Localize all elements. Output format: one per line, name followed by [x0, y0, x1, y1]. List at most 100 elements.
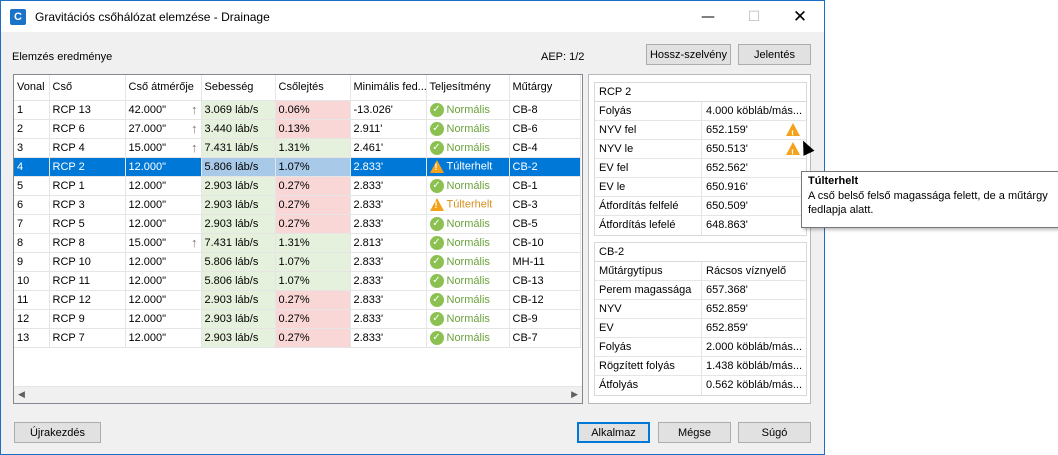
property-row[interactable]: EV 652.859' [595, 319, 806, 338]
cell-cover: 2.833' [350, 309, 427, 329]
cell-pipe: RCP 8 [49, 233, 126, 253]
table-row[interactable]: 2 RCP 6 27.000" ↑ 3.440 láb/s 0.13% 2.911' ✓ Nor… [14, 119, 581, 139]
table-row[interactable]: 4RCP 212.000" 5.806 láb/s1.07%2.833' Túlte… [14, 157, 581, 177]
table-row[interactable]: 1 RCP 13 42.000" ↑ 3.069 láb/s 0.06% -13.026' ✓… [14, 100, 581, 120]
property-name: NYV fel [595, 121, 702, 139]
tooltip-title: Túlterhelt [808, 175, 859, 187]
apply-button[interactable]: Alkalmaz [577, 422, 650, 443]
cell-cover: 2.833' [350, 195, 427, 215]
check-circle-icon: ✓ [429, 254, 444, 269]
table-row[interactable]: 3 RCP 4 15.000" ↑ 7.431 láb/s 1.31% 2.461' ✓ Nor… [14, 138, 581, 158]
cell-velocity: 2.903 láb/s [201, 214, 276, 234]
diameter-value: 12.000" [128, 160, 167, 173]
scroll-right-icon[interactable]: ▶ [571, 390, 578, 400]
arrow-up-icon: ↑ [191, 234, 198, 250]
maximize-button[interactable]: ☐ [731, 1, 777, 32]
property-value-text: 657.368' [706, 284, 748, 296]
scroll-left-icon[interactable]: ◀ [18, 390, 25, 400]
property-row[interactable]: Átfordítás felfelé 650.509' [595, 197, 806, 216]
cell-cover: 2.813' [350, 233, 427, 253]
property-row[interactable]: Perem magassága 657.368' [595, 281, 806, 300]
property-row[interactable]: Folyás 2.000 köbláb/más... [595, 338, 806, 357]
property-row[interactable]: Rögzített folyás 1.438 köbláb/más... [595, 357, 806, 376]
property-row[interactable]: Átfolyás 0.562 köbláb/más... [595, 376, 806, 395]
profile-button[interactable]: Hossz-szelvény [646, 44, 731, 65]
column-header[interactable]: Műtárgy [509, 75, 581, 101]
column-header[interactable]: Minimális fed... [350, 75, 427, 101]
property-row[interactable]: NYV fel 652.159' [595, 121, 806, 140]
dialog-window: C Gravitációs csőhálózat elemzése - Drai… [0, 0, 825, 455]
report-button[interactable]: Jelentés [738, 44, 811, 65]
column-header[interactable]: Cső átmérője [125, 75, 202, 101]
cell-diameter: 12.000" [125, 195, 202, 215]
close-button[interactable]: ✕ [777, 1, 823, 32]
property-value: 2.000 köbláb/más... [702, 338, 806, 356]
property-row[interactable]: Folyás 4.000 köbláb/más... [595, 102, 806, 121]
column-header[interactable]: Teljesítmény [426, 75, 510, 101]
results-table[interactable]: Vonal Cső Cső átmérője Sebesség Csőlejtés Min… [13, 74, 583, 404]
table-row[interactable]: 12 RCP 9 12.000" 2.903 láb/s 0.27% 2.833' ✓ Nor… [14, 309, 581, 329]
check-circle-icon: ✓ [429, 292, 444, 307]
property-row[interactable]: NYV 652.859' [595, 300, 806, 319]
column-header[interactable]: Cső [49, 75, 126, 101]
cell-cover: 2.833' [350, 290, 427, 310]
property-value-text: 650.509' [706, 200, 748, 212]
property-row[interactable]: EV fel 652.562' [595, 159, 806, 178]
property-value-text: 652.562' [706, 162, 748, 174]
cell-cover: 2.833' [350, 328, 427, 348]
cell-slope: 0.13% [275, 119, 351, 139]
property-row[interactable]: Átfordítás lefelé 648.863' [595, 216, 806, 235]
cell-velocity: 7.431 láb/s [201, 233, 276, 253]
cell-pipe: RCP 12 [49, 290, 126, 310]
table-row[interactable]: 8 RCP 8 15.000" ↑ 7.431 láb/s 1.31% 2.813' ✓ Nor… [14, 233, 581, 253]
cell-pipe: RCP 9 [49, 309, 126, 329]
cell-structure: CB-12 [509, 290, 581, 310]
property-row[interactable]: Műtárgytípus Rácsos víznyelő [595, 262, 806, 281]
property-row[interactable]: EV le 650.916' [595, 178, 806, 197]
cancel-button[interactable]: Mégse [658, 422, 731, 443]
minimize-button[interactable]: — [685, 1, 731, 32]
cell-slope: 1.07% [275, 157, 351, 177]
property-value-text: 650.513' [706, 143, 748, 155]
cell-line: 5 [14, 176, 50, 196]
cell-line: 11 [14, 290, 50, 310]
table-row[interactable]: 6RCP 312.000" 2.903 láb/s0.27%2.833' Túlte… [14, 195, 581, 215]
table-row[interactable]: 13 RCP 7 12.000" 2.903 láb/s 0.27% 2.833' ✓ Nor… [14, 328, 581, 348]
cell-status: ✓ Normális [426, 271, 510, 291]
cell-line: 12 [14, 309, 50, 329]
diameter-value: 12.000" [128, 274, 167, 287]
arrow-up-icon: ↑ [191, 139, 198, 155]
warning-triangle-icon[interactable] [786, 123, 800, 139]
cell-line: 8 [14, 233, 50, 253]
title-bar[interactable]: C Gravitációs csőhálózat elemzése - Drai… [1, 1, 824, 32]
check-circle-icon: ✓ [429, 216, 444, 231]
column-header[interactable]: Sebesség [201, 75, 276, 101]
property-value: 650.509' [702, 197, 806, 215]
reset-button[interactable]: Újrakezdés [14, 422, 101, 443]
column-header[interactable]: Csőlejtés [275, 75, 351, 101]
cell-slope: 1.31% [275, 233, 351, 253]
cell-structure: CB-5 [509, 214, 581, 234]
property-row[interactable]: NYV le 650.513' [595, 140, 806, 159]
property-value-text: 650.916' [706, 181, 748, 193]
property-name: Rögzített folyás [595, 357, 702, 375]
table-row[interactable]: 7 RCP 5 12.000" 2.903 láb/s 0.27% 2.833' ✓ Norm… [14, 214, 581, 234]
cell-cover: 2.833' [350, 176, 427, 196]
horizontal-scrollbar[interactable]: ◀ ▶ [14, 386, 582, 403]
diameter-value: 12.000" [128, 331, 167, 344]
cell-velocity: 5.806 láb/s [201, 252, 276, 272]
column-header[interactable]: Vonal [14, 75, 50, 101]
cell-structure: CB-8 [509, 100, 581, 120]
property-value: 648.863' [702, 216, 806, 235]
cell-status: Túlterhelt [426, 157, 510, 177]
cell-diameter: 12.000" [125, 328, 202, 348]
table-row[interactable]: 11 RCP 12 12.000" 2.903 láb/s 0.27% 2.833' ✓ No… [14, 290, 581, 310]
table-row[interactable]: 9 RCP 10 12.000" 5.806 láb/s 1.07% 2.833' ✓ Nor… [14, 252, 581, 272]
cell-slope: 1.07% [275, 252, 351, 272]
table-row[interactable]: 5 RCP 1 12.000" 2.903 láb/s 0.27% 2.833' ✓ Norm… [14, 176, 581, 196]
table-row[interactable]: 10 RCP 11 12.000" 5.806 láb/s 1.07% 2.833' ✓ No… [14, 271, 581, 291]
help-button[interactable]: Súgó [738, 422, 811, 443]
cell-structure: CB-13 [509, 271, 581, 291]
diameter-value: 12.000" [128, 255, 167, 268]
property-value-text: 652.159' [706, 124, 748, 136]
